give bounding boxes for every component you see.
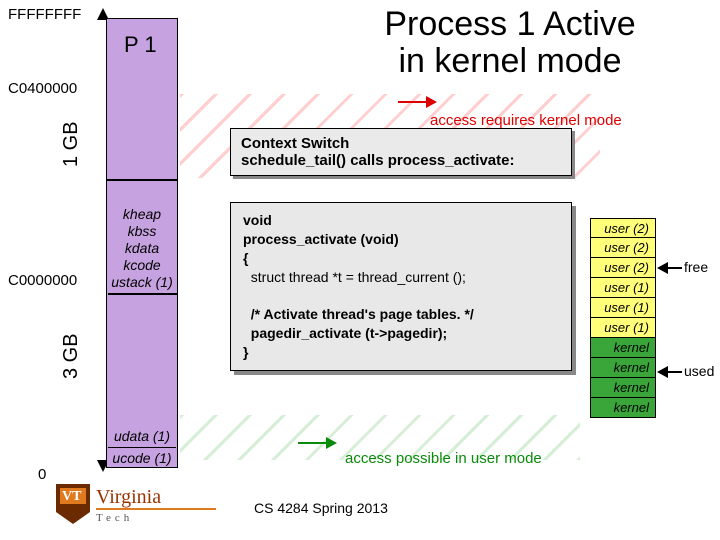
code-l1: void — [243, 211, 559, 230]
title-l1: Process 1 Active — [384, 5, 635, 43]
addr-kboundary: C0400000 — [8, 80, 77, 97]
kseg-1: kbss — [108, 223, 176, 240]
size-user: 3 GB — [60, 328, 83, 384]
size-kernel: 1 GB — [60, 116, 83, 172]
pt-row: kernel — [590, 378, 656, 398]
useg-0: udata (1) — [108, 428, 176, 448]
vt-logo: VT Virginia Tech — [56, 484, 216, 524]
pt-row: kernel — [590, 398, 656, 418]
kernel-segments: kheap kbss kdata kcode ustack (1) — [108, 206, 176, 291]
pt-row: user (2) — [590, 258, 656, 278]
arrow-user-line — [298, 442, 328, 444]
useg-1: ucode (1) — [108, 448, 176, 467]
legend-used: used — [684, 363, 714, 379]
arrow-kernel-head — [425, 95, 439, 109]
code-l5 — [243, 287, 559, 306]
code-l6: /* Activate thread's page tables. */ — [243, 305, 559, 324]
addr-uboundary: C0000000 — [8, 272, 77, 289]
pt-row: user (1) — [590, 318, 656, 338]
legend-free-head — [656, 261, 668, 275]
vt-sub: Tech — [96, 512, 216, 524]
arrow-kernel-line — [398, 101, 428, 103]
ctx-l1: Context Switch — [241, 135, 561, 152]
note-user: access possible in user mode — [345, 450, 542, 467]
ctx-l2: schedule_tail() calls process_activate: — [241, 152, 561, 169]
code-l8: } — [243, 343, 559, 362]
code-box: void process_activate (void) { struct th… — [230, 202, 572, 371]
kseg-4: ustack (1) — [108, 274, 176, 291]
footer-course: CS 4284 Spring 2013 — [254, 500, 388, 516]
arrow-user-head — [325, 436, 339, 450]
user-segments: udata (1) ucode (1) — [108, 428, 176, 467]
page-title: Process 1 Active in kernel mode — [320, 6, 700, 81]
vt-name: Virginia — [96, 488, 216, 506]
legend-free: free — [684, 259, 708, 275]
note-kernel: access requires kernel mode — [430, 112, 622, 129]
code-l4: struct thread *t = thread_current (); — [243, 268, 559, 287]
process-label: P 1 — [124, 32, 157, 58]
page-table: user (2)user (2)user (2)user (1)user (1)… — [590, 218, 656, 418]
seg-divider — [108, 293, 178, 295]
code-l7: pagedir_activate (t->pagedir); — [243, 324, 559, 343]
kseg-2: kdata — [108, 240, 176, 257]
kseg-0: kheap — [108, 206, 176, 223]
code-l2: process_activate (void) — [243, 230, 559, 249]
context-switch-box: Context Switch schedule_tail() calls pro… — [230, 128, 572, 176]
title-l2: in kernel mode — [398, 42, 621, 80]
pt-row: kernel — [590, 358, 656, 378]
addr-top: FFFFFFFF — [8, 6, 81, 23]
code-l3: { — [243, 249, 559, 268]
addr-bottom: 0 — [38, 466, 46, 483]
pt-row: user (1) — [590, 298, 656, 318]
page-table-rows: user (2)user (2)user (2)user (1)user (1)… — [590, 218, 656, 418]
vt-shield: VT — [56, 484, 90, 524]
pt-row: user (2) — [590, 238, 656, 258]
pt-row: user (2) — [590, 218, 656, 238]
legend-used-head — [656, 365, 668, 379]
pt-row: kernel — [590, 338, 656, 358]
kseg-3: kcode — [108, 257, 176, 274]
pt-row: user (1) — [590, 278, 656, 298]
